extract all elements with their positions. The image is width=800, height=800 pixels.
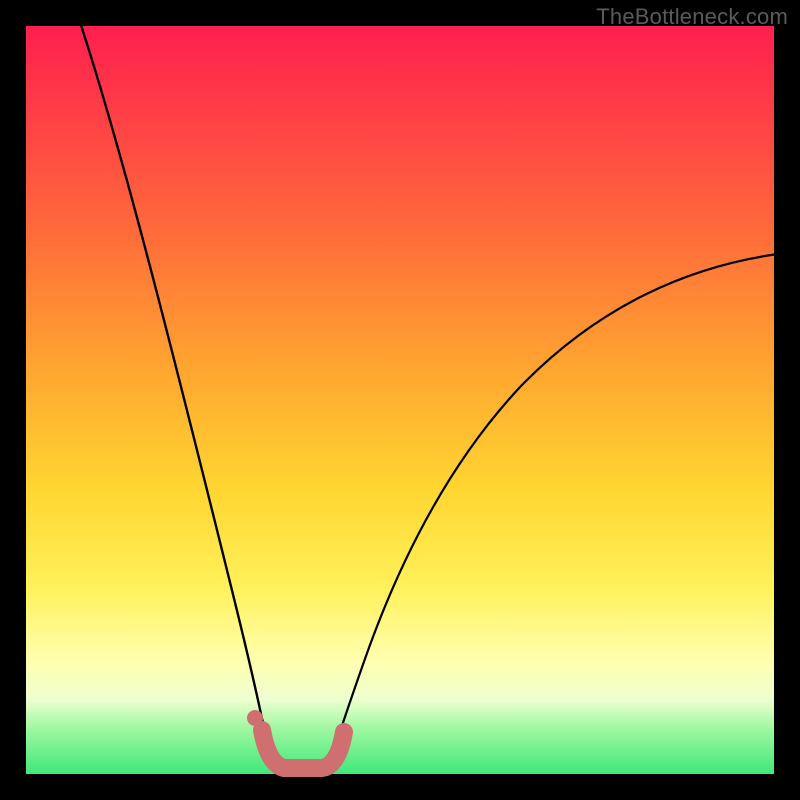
curves-svg xyxy=(26,26,774,774)
plot-area xyxy=(26,26,774,774)
ridge-bracket xyxy=(262,730,344,768)
watermark-text: TheBottleneck.com xyxy=(596,4,788,30)
chart-frame: TheBottleneck.com xyxy=(0,0,800,800)
left-curve xyxy=(78,16,276,774)
right-curve xyxy=(326,254,778,774)
